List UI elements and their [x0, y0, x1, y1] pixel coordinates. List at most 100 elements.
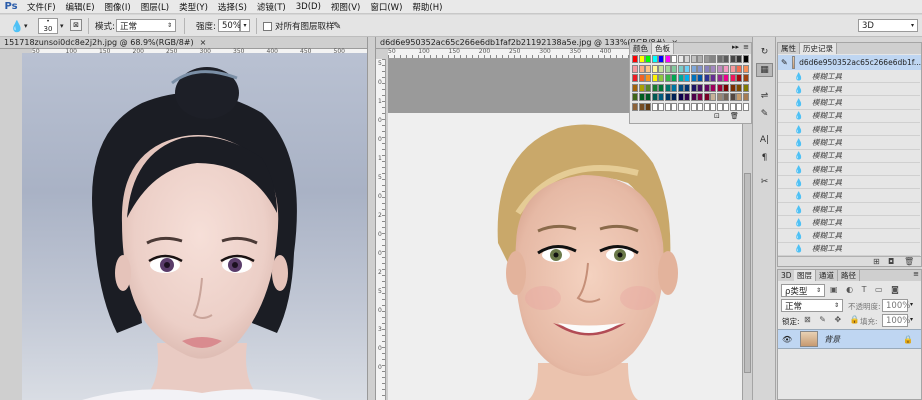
scrollbar-thumb[interactable]	[744, 173, 751, 373]
color-swatch[interactable]	[697, 74, 703, 82]
strength-input[interactable]: 50%	[218, 19, 241, 32]
tools-preset-icon[interactable]: ✂	[756, 175, 773, 189]
color-swatch[interactable]	[723, 55, 729, 63]
color-swatch[interactable]	[677, 102, 684, 111]
color-swatch[interactable]	[729, 93, 736, 101]
color-swatch[interactable]	[697, 102, 703, 111]
document-1-scrollbar[interactable]	[367, 37, 376, 400]
color-swatch[interactable]	[638, 102, 645, 111]
history-step[interactable]: 💧 模糊工具	[778, 70, 920, 83]
color-swatch[interactable]	[684, 74, 690, 82]
history-step[interactable]: 💧 模糊工具	[778, 97, 920, 110]
color-swatch[interactable]	[716, 64, 723, 73]
color-swatch[interactable]	[638, 93, 645, 101]
color-swatch[interactable]	[690, 102, 697, 111]
color-swatch[interactable]	[742, 83, 749, 92]
color-swatch[interactable]	[723, 93, 729, 101]
history-snapshot[interactable]: ✎ d6d6e950352ac65c266e6db1f...	[778, 55, 921, 70]
color-swatch[interactable]	[729, 74, 736, 82]
strength-slider-toggle-icon[interactable]: ▾	[240, 19, 250, 32]
color-swatch[interactable]	[742, 102, 749, 111]
menu-filter[interactable]: 滤镜(T)	[252, 1, 291, 13]
menu-window[interactable]: 窗口(W)	[365, 1, 407, 13]
color-swatch[interactable]	[736, 64, 742, 73]
history-step[interactable]: 💧 模糊工具	[778, 176, 920, 190]
color-swatch[interactable]	[703, 102, 710, 111]
history-step[interactable]: 💧 模糊工具	[778, 163, 920, 177]
canvas-1[interactable]	[22, 53, 367, 400]
color-swatch[interactable]	[671, 64, 677, 73]
color-swatch[interactable]	[664, 64, 671, 73]
color-swatch[interactable]	[703, 64, 710, 73]
color-swatch[interactable]	[697, 55, 703, 63]
color-swatch[interactable]	[723, 102, 729, 111]
color-swatch[interactable]	[690, 64, 697, 73]
color-swatch[interactable]	[658, 93, 664, 101]
color-swatch[interactable]	[697, 93, 703, 101]
color-swatch[interactable]	[632, 102, 638, 111]
color-swatch[interactable]	[716, 74, 723, 82]
color-swatch[interactable]	[677, 74, 684, 82]
checkbox-box[interactable]	[263, 21, 272, 31]
color-swatch[interactable]	[710, 55, 716, 63]
color-swatch[interactable]	[716, 93, 723, 101]
color-swatch[interactable]	[710, 83, 716, 92]
color-swatch[interactable]	[729, 64, 736, 73]
menu-type[interactable]: 类型(Y)	[174, 1, 213, 13]
menu-file[interactable]: 文件(F)	[22, 1, 61, 13]
panel-menu-icon[interactable]: ≡	[913, 270, 919, 278]
new-document-from-state-icon[interactable]: ⊞	[873, 257, 880, 266]
menu-view[interactable]: 视图(V)	[326, 1, 365, 13]
character-icon[interactable]: A|	[756, 133, 773, 147]
color-swatch[interactable]	[742, 55, 749, 63]
history-step[interactable]: 💧 模糊工具	[778, 230, 920, 243]
color-swatch[interactable]	[697, 83, 703, 92]
color-swatch[interactable]	[684, 83, 690, 92]
chevron-down-icon[interactable]: ▾	[910, 316, 913, 323]
color-swatch[interactable]	[638, 55, 645, 63]
color-swatch[interactable]	[736, 93, 742, 101]
color-swatch[interactable]	[645, 55, 651, 63]
blend-mode-select[interactable]: 正常 ⇕	[781, 299, 843, 312]
color-swatch[interactable]	[651, 55, 658, 63]
tab-color[interactable]: 颜色	[630, 43, 652, 54]
color-swatch[interactable]	[723, 74, 729, 82]
color-swatch[interactable]	[671, 83, 677, 92]
color-swatch[interactable]	[651, 93, 658, 101]
menu-3d[interactable]: 3D(D)	[291, 2, 326, 12]
color-swatch[interactable]	[736, 55, 742, 63]
history-step[interactable]: 💧 模糊工具	[778, 110, 920, 123]
close-icon[interactable]: ×	[200, 38, 207, 47]
tab-paths[interactable]: 路径	[838, 270, 860, 281]
color-swatch[interactable]	[736, 83, 742, 92]
color-swatch[interactable]	[645, 64, 651, 73]
color-swatch[interactable]	[684, 64, 690, 73]
color-swatch[interactable]	[651, 102, 658, 111]
preset-dropdown-icon[interactable]: ▾	[24, 19, 28, 33]
color-swatch[interactable]	[632, 83, 638, 92]
color-swatch[interactable]	[671, 74, 677, 82]
brush-picker-arrow-icon[interactable]: ▾	[60, 19, 64, 33]
color-swatch[interactable]	[632, 74, 638, 82]
trash-icon[interactable]: 🗑	[904, 257, 914, 266]
color-swatch[interactable]	[645, 74, 651, 82]
color-swatch[interactable]	[723, 83, 729, 92]
adjust-icon[interactable]: ⇌	[756, 89, 773, 103]
color-swatch[interactable]	[664, 102, 671, 111]
color-swatch[interactable]	[638, 83, 645, 92]
brush-panel-toggle-icon[interactable]: ⊠	[70, 19, 82, 31]
color-swatch[interactable]	[690, 83, 697, 92]
color-swatch[interactable]	[638, 74, 645, 82]
layer-filter-icons[interactable]: ▣ ◐ T ▭ ◙	[830, 285, 902, 294]
color-swatch[interactable]	[664, 55, 671, 63]
fill-input[interactable]: 100%	[882, 314, 910, 327]
color-swatch[interactable]	[658, 55, 664, 63]
color-swatch[interactable]	[658, 64, 664, 73]
color-swatch[interactable]	[742, 93, 749, 101]
color-swatch[interactable]	[664, 74, 671, 82]
color-swatch[interactable]	[684, 55, 690, 63]
layer-row-background[interactable]: 👁 背景 🔒	[778, 329, 921, 349]
menu-edit[interactable]: 编辑(E)	[61, 1, 100, 13]
tab-channels[interactable]: 通道	[816, 270, 838, 281]
color-swatch[interactable]	[677, 64, 684, 73]
